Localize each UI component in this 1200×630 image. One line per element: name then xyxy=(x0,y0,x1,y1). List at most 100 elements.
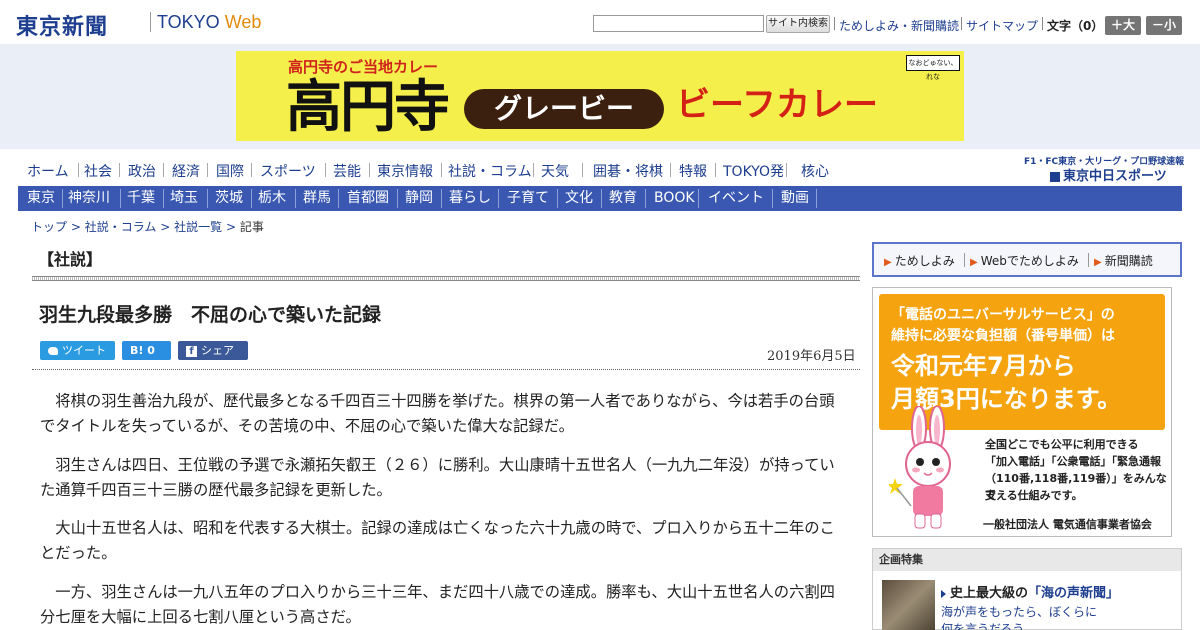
feature-title-link[interactable]: 史上最大級の「海の声新聞」 xyxy=(941,582,1119,601)
logo-web-text: Web xyxy=(224,12,262,32)
site-logo[interactable]: 東京新聞 xyxy=(16,9,108,41)
font-size-label: 文字（0） xyxy=(1047,19,1104,33)
arrow-right-icon: ▶ xyxy=(884,257,892,268)
nav-item-sports[interactable]: スポーツ xyxy=(260,161,316,181)
feature-title-prefix: 史上最大級の xyxy=(950,586,1029,601)
nav-divider xyxy=(119,163,120,177)
header-divider xyxy=(1042,17,1043,30)
region-tab-event[interactable]: イベント xyxy=(708,186,764,211)
region-tab-saitama[interactable]: 埼玉 xyxy=(170,186,198,211)
logo-tokyo-text: TOKYO xyxy=(157,12,220,32)
region-tab-video[interactable]: 動画 xyxy=(781,186,809,211)
region-tab-shutoken[interactable]: 首都圏 xyxy=(347,186,389,211)
banner-gravy: グレービー xyxy=(464,89,664,129)
ad-body-line: 「加入電話」「公衆電話」「緊急通報 xyxy=(985,455,1161,468)
trial-read-link[interactable]: ▶ ためしよみ xyxy=(884,252,955,269)
nav-divider xyxy=(715,163,716,177)
subscribe-link[interactable]: ▶ 新聞購読 xyxy=(1094,252,1153,269)
feature-description[interactable]: 海が声をもったら、ぼくらに何を言うだろう xyxy=(941,604,1101,630)
web-trial-read-link[interactable]: ▶ Webでためしよみ xyxy=(970,252,1079,269)
trial-subscribe-link[interactable]: ためしよみ・新聞購読 xyxy=(839,17,959,34)
header-divider xyxy=(834,17,835,30)
sitemap-link[interactable]: サイトマップ xyxy=(966,17,1038,34)
region-tab-tokyo[interactable]: 東京 xyxy=(27,186,55,211)
nav-item-entertainment[interactable]: 芸能 xyxy=(333,161,361,181)
nav-item-home[interactable]: ホーム xyxy=(27,161,69,181)
subscribe-label: 新聞購読 xyxy=(1104,254,1153,268)
breadcrumb-item-editorial-list[interactable]: 社説一覧 xyxy=(174,220,222,234)
nav-item-international[interactable]: 国際 xyxy=(216,161,244,181)
nav-item-editorial[interactable]: 社説・コラム xyxy=(448,161,532,181)
breadcrumb-current: 記事 xyxy=(239,220,264,234)
link-divider xyxy=(1088,253,1089,267)
universal-service-ad[interactable]: 「電話のユニバーサルサービス」の 維持に必要な負担額（番号単価）は 令和元年7月… xyxy=(872,287,1172,537)
region-tab-shizuoka[interactable]: 静岡 xyxy=(405,186,433,211)
nav-divider xyxy=(498,189,499,208)
nav-item-weather[interactable]: 天気 xyxy=(541,161,569,181)
nav-divider xyxy=(207,163,208,177)
site-search-button[interactable]: サイト内検索 xyxy=(766,15,830,33)
nav-divider xyxy=(295,189,296,208)
nav-item-go-shogi[interactable]: 囲碁・将棋 xyxy=(593,161,663,181)
arrow-right-icon: ▶ xyxy=(1094,257,1102,268)
nav-divider xyxy=(62,189,63,208)
region-tab-kanagawa[interactable]: 神奈川 xyxy=(68,186,110,211)
nav-divider xyxy=(369,163,370,177)
nav-item-politics[interactable]: 政治 xyxy=(128,161,156,181)
triangle-bullet-icon xyxy=(941,589,946,598)
nav-divider xyxy=(645,189,646,208)
region-tab-gunma[interactable]: 群馬 xyxy=(303,186,331,211)
feature-thumbnail[interactable] xyxy=(882,580,935,630)
feature-box: 企画特集 史上最大級の「海の声新聞」 海が声をもったら、ぼくらに何を言うだろう xyxy=(872,548,1182,630)
nav-divider xyxy=(698,189,699,208)
breadcrumb-item-editorial[interactable]: 社説・コラム xyxy=(85,220,157,234)
font-smaller-button[interactable]: －小 xyxy=(1146,16,1182,35)
region-tab-culture[interactable]: 文化 xyxy=(565,186,593,211)
link-divider xyxy=(964,253,965,267)
region-tab-education[interactable]: 教育 xyxy=(609,186,637,211)
nav-divider xyxy=(207,189,208,208)
chunichi-sports-link[interactable]: 東京中日スポーツ xyxy=(1050,165,1167,184)
facebook-share-button[interactable]: f シェア 0 xyxy=(178,341,248,376)
logo-divider xyxy=(150,12,151,32)
region-tab-kosodate[interactable]: 子育て xyxy=(507,186,549,211)
site-header: 東京新聞 TOKYO Web サイト内検索 ためしよみ・新聞購読 サイトマップ … xyxy=(0,0,1200,44)
banner-sponsor-logo: なおどゅない、れな xyxy=(906,55,960,81)
font-bigger-button[interactable]: ＋大 xyxy=(1105,16,1141,35)
article-paragraph: 羽生さんは四日、王位戦の予選で永瀬拓矢叡王（２６）に勝利。大山康晴十五世名人（一… xyxy=(40,456,835,499)
ad-line-2: 維持に必要な負担額（番号単価）は xyxy=(891,328,1115,344)
nav-divider xyxy=(557,189,558,208)
nav-item-society[interactable]: 社会 xyxy=(84,161,112,181)
breadcrumb-separator: > xyxy=(160,220,171,234)
nav-item-tokyo-hatsu[interactable]: TOKYO発 xyxy=(723,161,784,181)
region-tab-kurashi[interactable]: 暮らし xyxy=(449,186,491,211)
nav-item-tokyo-info[interactable]: 東京情報 xyxy=(377,161,433,181)
breadcrumb: トップ > 社説・コラム > 社説一覧 > 記事 xyxy=(31,218,264,235)
rabbit-mascot-icon xyxy=(889,406,951,529)
ad-body-line: 支える仕組みです。 xyxy=(985,489,1083,502)
hatena-bookmark-button[interactable]: B! 0 xyxy=(122,341,171,360)
nav-item-economy[interactable]: 経済 xyxy=(172,161,200,181)
nav-divider xyxy=(816,189,817,208)
region-tab-chiba[interactable]: 千葉 xyxy=(127,186,155,211)
article-paragraph: 将棋の羽生善治九段が、歴代最多となる千四百三十四勝を挙げた。棋界の第一人者であり… xyxy=(40,392,835,435)
tweet-button[interactable]: ツイート xyxy=(40,341,115,360)
nav-item-special[interactable]: 特報 xyxy=(679,161,707,181)
primary-nav: ホーム 社会 政治 経済 国際 スポーツ 芸能 東京情報 社説・コラム 天気 囲… xyxy=(20,158,1000,182)
nav-divider xyxy=(325,163,326,177)
feature-heading: 企画特集 xyxy=(873,549,1181,571)
chunichi-logo-icon xyxy=(1050,171,1060,182)
arrow-right-icon: ▶ xyxy=(970,257,978,268)
nav-item-kakushin[interactable]: 核心 xyxy=(801,161,829,181)
tweet-label: ツイート xyxy=(62,344,106,357)
advert-banner[interactable]: 高円寺のご当地カレー 高円寺 グレービー ビーフカレー なおどゅない、れな xyxy=(236,51,964,141)
section-label: 【社説】 xyxy=(38,250,103,269)
site-search-input[interactable] xyxy=(593,15,764,32)
breadcrumb-item-top[interactable]: トップ xyxy=(31,220,67,234)
nav-divider xyxy=(251,189,252,208)
tokyo-web-logo[interactable]: TOKYO Web xyxy=(157,12,261,33)
region-tab-ibaraki[interactable]: 茨城 xyxy=(215,186,243,211)
region-tab-book[interactable]: BOOK xyxy=(654,186,695,211)
region-tab-tochigi[interactable]: 栃木 xyxy=(258,186,286,211)
nav-divider xyxy=(670,163,671,177)
